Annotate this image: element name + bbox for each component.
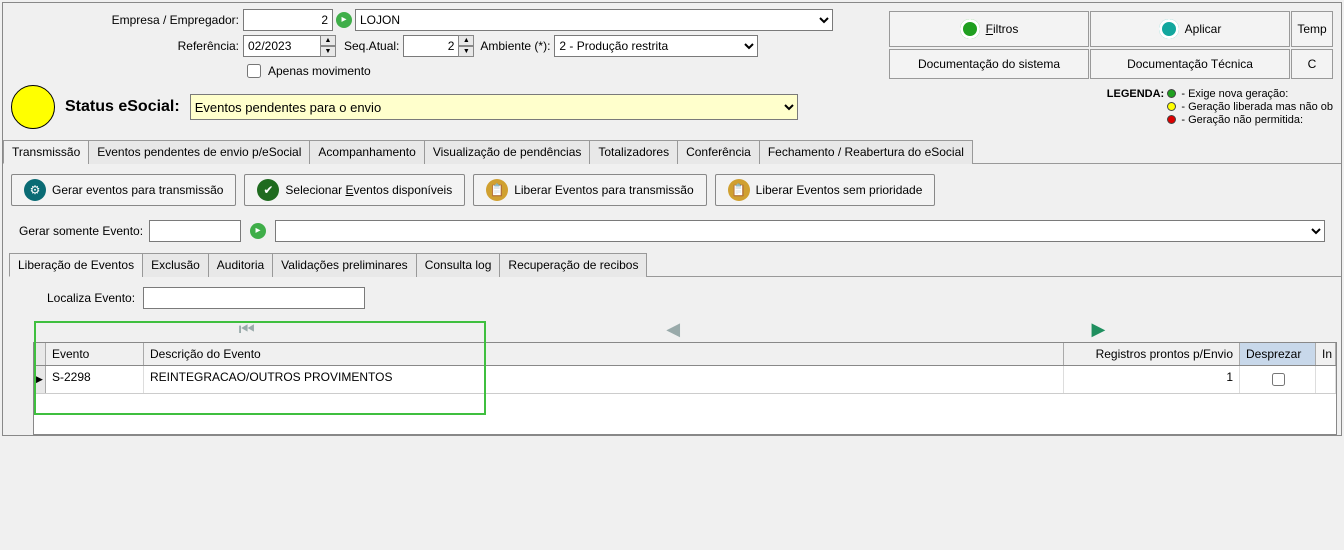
clipboard-icon: 📋: [728, 179, 750, 201]
table-row[interactable]: ▶ S-2298 REINTEGRACAO/OUTROS PROVIMENTOS…: [34, 366, 1336, 394]
empresa-id-input[interactable]: [243, 9, 333, 31]
col-extra[interactable]: In: [1316, 343, 1336, 365]
cell-desprezar[interactable]: [1240, 366, 1316, 393]
first-record-icon[interactable]: ⏮: [239, 319, 255, 340]
gear-icon: ⚙: [24, 179, 46, 201]
seq-atual-spinner[interactable]: ▲▼: [458, 35, 474, 57]
empresa-label: Empresa / Empregador:: [11, 13, 239, 27]
tab-eventos-pendentes[interactable]: Eventos pendentes de envio p/eSocial: [88, 140, 310, 164]
gerar-somente-combo[interactable]: [275, 220, 1325, 242]
seq-atual-label: Seq.Atual:: [344, 39, 399, 53]
status-esocial-label: Status eSocial:: [65, 98, 180, 116]
sub-tabs: Liberação de Eventos Exclusão Auditoria …: [9, 252, 1341, 277]
empresa-lookup-icon[interactable]: ▸: [335, 11, 353, 29]
tab-totalizadores[interactable]: Totalizadores: [589, 140, 678, 164]
tab-visualizacao-pendencias[interactable]: Visualização de pendências: [424, 140, 591, 164]
cell-registros: 1: [1064, 366, 1240, 393]
gerar-eventos-button[interactable]: ⚙ Gerar eventos para transmissão: [11, 174, 236, 206]
selecionar-eventos-button[interactable]: ✔ Selecionar Eventos disponíveis: [244, 174, 465, 206]
temp-button[interactable]: Temp: [1291, 11, 1333, 47]
gerar-somente-label: Gerar somente Evento:: [19, 224, 143, 238]
tab-conferencia[interactable]: Conferência: [677, 140, 760, 164]
subtab-liberacao[interactable]: Liberação de Eventos: [9, 253, 143, 277]
seq-atual-input[interactable]: [403, 35, 459, 57]
status-esocial-combo[interactable]: Eventos pendentes para o envio: [190, 94, 798, 120]
status-indicator-icon: [11, 85, 55, 129]
localiza-evento-input[interactable]: [143, 287, 365, 309]
filter-icon: [960, 19, 980, 39]
gerar-somente-input[interactable]: [149, 220, 241, 242]
row-marker-header: [34, 343, 46, 365]
localiza-evento-label: Localiza Evento:: [47, 291, 135, 305]
subtab-consulta-log[interactable]: Consulta log: [416, 253, 501, 277]
desprezar-checkbox[interactable]: [1272, 373, 1285, 386]
prev-record-icon[interactable]: ◀: [666, 319, 680, 340]
col-registros[interactable]: Registros prontos p/Envio: [1064, 343, 1240, 365]
cell-evento: S-2298: [46, 366, 144, 393]
cell-descricao: REINTEGRACAO/OUTROS PROVIMENTOS: [144, 366, 1064, 393]
ambiente-combo[interactable]: 2 - Produção restrita: [554, 35, 758, 57]
referencia-spinner[interactable]: ▲▼: [320, 35, 336, 57]
subtab-auditoria[interactable]: Auditoria: [208, 253, 273, 277]
row-marker-icon: ▶: [34, 366, 46, 393]
ambiente-label: Ambiente (*):: [480, 39, 550, 53]
col-desprezar[interactable]: Desprezar: [1240, 343, 1316, 365]
doc-tecnica-button[interactable]: Documentação Técnica: [1090, 49, 1290, 79]
col-descricao[interactable]: Descrição do Evento: [144, 343, 1064, 365]
apply-icon: [1159, 19, 1179, 39]
extra-button[interactable]: C: [1291, 49, 1333, 79]
tab-fechamento[interactable]: Fechamento / Reabertura do eSocial: [759, 140, 973, 164]
liberar-sem-prioridade-button[interactable]: 📋 Liberar Eventos sem prioridade: [715, 174, 936, 206]
filtros-button[interactable]: Filtros: [889, 11, 1089, 47]
empresa-nome-combo[interactable]: LOJON: [355, 9, 833, 31]
doc-sistema-button[interactable]: Documentação do sistema: [889, 49, 1089, 79]
main-tabs: Transmissão Eventos pendentes de envio p…: [3, 139, 1341, 164]
subtab-exclusao[interactable]: Exclusão: [142, 253, 209, 277]
apenas-movimento-checkbox[interactable]: [247, 64, 261, 78]
apenas-movimento-label: Apenas movimento: [268, 64, 371, 78]
events-grid[interactable]: Evento Descrição do Evento Registros pro…: [33, 342, 1337, 435]
tab-transmissao[interactable]: Transmissão: [3, 140, 89, 164]
referencia-label: Referência:: [11, 39, 239, 53]
check-icon: ✔: [257, 179, 279, 201]
tab-acompanhamento[interactable]: Acompanhamento: [309, 140, 424, 164]
cell-extra: [1316, 366, 1336, 393]
liberar-transmissao-button[interactable]: 📋 Liberar Eventos para transmissão: [473, 174, 706, 206]
col-evento[interactable]: Evento: [46, 343, 144, 365]
next-record-icon[interactable]: ▶: [1091, 319, 1105, 340]
clipboard-icon: 📋: [486, 179, 508, 201]
legend-box: LEGENDA: - Exige nova geração: LEGENDA: …: [1107, 88, 1333, 127]
gerar-somente-lookup-icon[interactable]: ▸: [249, 222, 267, 240]
subtab-recuperacao[interactable]: Recuperação de recibos: [499, 253, 647, 277]
aplicar-button[interactable]: Aplicar: [1090, 11, 1290, 47]
subtab-validacoes[interactable]: Validações preliminares: [272, 253, 417, 277]
referencia-input[interactable]: [243, 35, 321, 57]
